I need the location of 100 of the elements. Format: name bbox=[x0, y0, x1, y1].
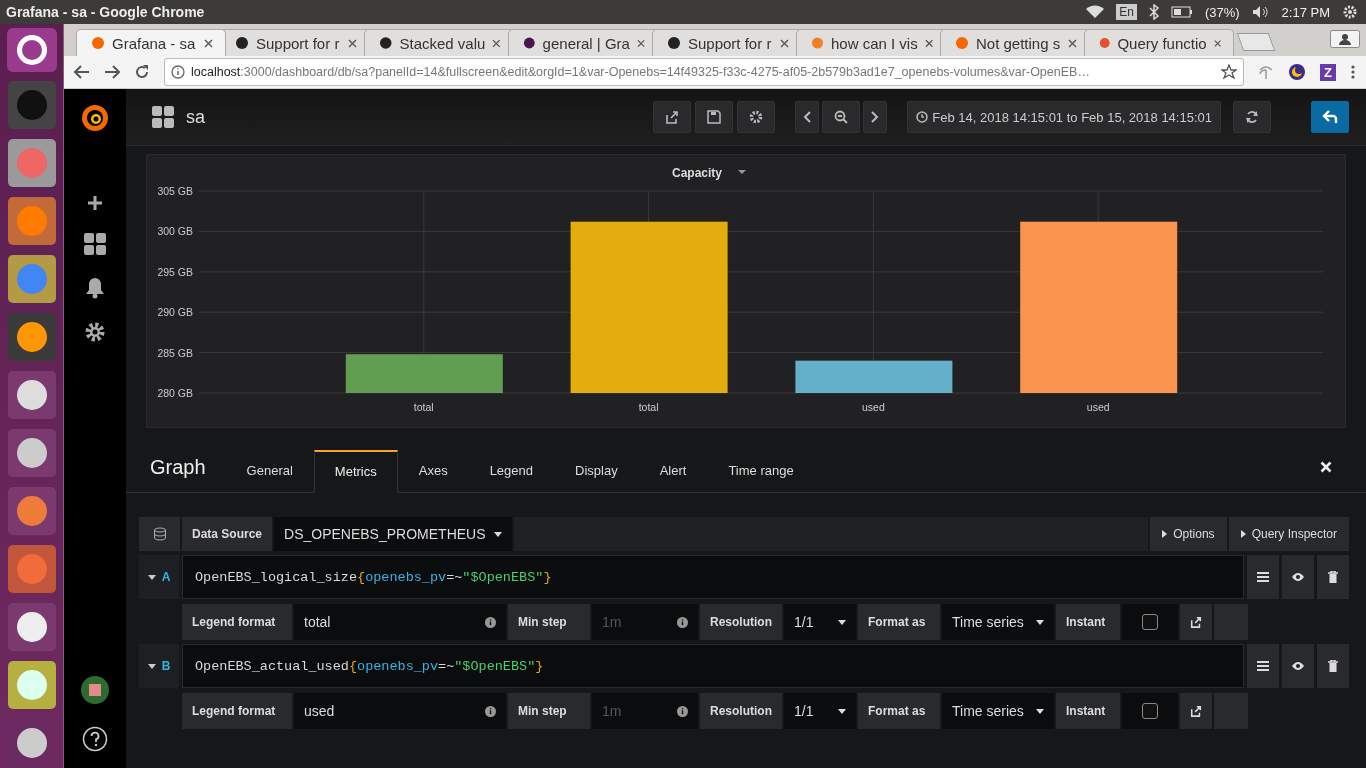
min-step-field[interactable]: 1m bbox=[592, 693, 698, 729]
share-button[interactable] bbox=[1180, 693, 1212, 729]
site-icon bbox=[1099, 36, 1111, 50]
editor-tab[interactable]: Alert bbox=[638, 450, 708, 492]
min-step-input[interactable]: 1m bbox=[602, 703, 672, 719]
save-button[interactable] bbox=[695, 101, 734, 133]
min-step-label: Min step bbox=[508, 604, 590, 640]
share-icon bbox=[1190, 616, 1202, 628]
reload-icon[interactable] bbox=[134, 64, 150, 80]
chart-title[interactable]: Capacity bbox=[672, 166, 722, 180]
format-select[interactable]: Time series bbox=[942, 604, 1054, 640]
editor-tab[interactable]: Axes bbox=[397, 450, 469, 492]
instant-checkbox[interactable] bbox=[1142, 703, 1158, 719]
editor-tab[interactable]: General bbox=[225, 450, 314, 492]
moon-icon[interactable] bbox=[1288, 63, 1307, 81]
wifi-icon[interactable] bbox=[1086, 5, 1105, 19]
settings-button[interactable] bbox=[737, 101, 776, 133]
resolution-select[interactable]: 1/1 bbox=[784, 693, 856, 729]
share-button[interactable] bbox=[653, 101, 692, 133]
help-icon[interactable] bbox=[82, 726, 108, 752]
trash-button[interactable] bbox=[1317, 644, 1349, 688]
speaker-icon[interactable] bbox=[1251, 5, 1270, 19]
x-axis-label: used bbox=[862, 401, 885, 413]
time-back-button[interactable] bbox=[795, 101, 820, 133]
grid-icon[interactable] bbox=[84, 233, 106, 255]
eye-button[interactable] bbox=[1282, 555, 1314, 599]
extension-button[interactable]: Z bbox=[1320, 63, 1336, 81]
url-text: localhost:3000/dashboard/db/sa?panelId=14&fullscreen&edit&orgId=1&var-Openebs=14f49325-f33c-4275-af05-2b579b3ad1e7_openebs-volumes&var-OpenEB… bbox=[191, 65, 1091, 79]
legend-format-field[interactable]: total bbox=[294, 604, 506, 640]
palm-tree-icon[interactable] bbox=[1258, 64, 1275, 80]
menu-button[interactable] bbox=[1247, 644, 1279, 688]
legend-format-field[interactable]: used bbox=[294, 693, 506, 729]
format-select[interactable]: Time series bbox=[942, 693, 1054, 729]
min-step-field[interactable]: 1m bbox=[592, 604, 698, 640]
info-icon[interactable] bbox=[171, 65, 185, 79]
time-forward-button[interactable] bbox=[863, 101, 888, 133]
editor-tab[interactable]: Display bbox=[554, 450, 639, 492]
profile-icon[interactable] bbox=[1330, 30, 1360, 48]
back-to-dashboard-button[interactable] bbox=[1311, 101, 1349, 133]
caret-icon bbox=[1036, 708, 1044, 714]
x-axis-label: used bbox=[1086, 401, 1110, 413]
query-ref-toggle[interactable]: A bbox=[139, 555, 179, 599]
zoom-out-icon bbox=[834, 110, 849, 124]
resolution-label: Resolution bbox=[700, 604, 782, 640]
instant-label: Instant bbox=[1056, 693, 1120, 729]
menu-icon bbox=[1257, 661, 1269, 671]
editor-tab[interactable]: Legend bbox=[468, 450, 555, 492]
back-arrow-icon[interactable] bbox=[74, 65, 90, 79]
caret-icon[interactable] bbox=[738, 170, 746, 174]
editor-tab[interactable]: Time range bbox=[707, 450, 815, 492]
settings-icon[interactable] bbox=[84, 321, 106, 343]
editor-tab[interactable]: Metrics bbox=[313, 450, 398, 493]
site-icon bbox=[91, 36, 105, 50]
collapsible-button[interactable]: Query Inspector bbox=[1228, 517, 1349, 551]
close-icon[interactable] bbox=[204, 38, 213, 48]
browser-tab[interactable]: Grafana - sa bbox=[76, 29, 226, 56]
site-icon bbox=[955, 36, 969, 50]
query-ref-toggle[interactable]: B bbox=[139, 644, 179, 688]
bell-icon[interactable] bbox=[85, 277, 105, 299]
dashboard-title[interactable]: sa bbox=[186, 106, 205, 128]
gear-icon[interactable] bbox=[1342, 4, 1358, 20]
caret-icon bbox=[1240, 530, 1246, 538]
legend-format-label: Legend format bbox=[182, 604, 292, 640]
refresh-button[interactable] bbox=[1233, 101, 1271, 133]
instant-checkbox[interactable] bbox=[1142, 614, 1158, 630]
zoom-out-button[interactable] bbox=[822, 101, 861, 133]
query-editor[interactable]: OpenEBS_logical_size{openebs_pv=~"$OpenEBS"} bbox=[182, 555, 1244, 599]
database-icon bbox=[152, 527, 167, 541]
eye-button[interactable] bbox=[1282, 644, 1314, 688]
resolution-select[interactable]: 1/1 bbox=[784, 604, 856, 640]
menu-button[interactable] bbox=[1247, 555, 1279, 599]
plus-icon[interactable] bbox=[87, 195, 103, 211]
instant-label: Instant bbox=[1056, 604, 1120, 640]
menu-icon bbox=[1257, 572, 1269, 582]
info-icon bbox=[485, 705, 496, 717]
site-icon bbox=[811, 36, 824, 50]
keyboard-layout-indicator[interactable]: En bbox=[1116, 4, 1137, 20]
data-source-select[interactable]: DS_OPENEBS_PROMETHEUS bbox=[274, 517, 512, 551]
bluetooth-icon[interactable] bbox=[1148, 4, 1159, 20]
star-icon[interactable] bbox=[1221, 64, 1238, 80]
share-button[interactable] bbox=[1180, 604, 1212, 640]
forward-arrow-icon[interactable] bbox=[104, 65, 120, 79]
time-range-picker[interactable]: Feb 14, 2018 14:15:01 to Feb 15, 2018 14:15:01 bbox=[907, 101, 1221, 133]
avatar-icon[interactable] bbox=[81, 676, 109, 704]
query-editor[interactable]: OpenEBS_actual_used{openebs_pv=~"$OpenEBS"} bbox=[182, 644, 1244, 688]
collapsible-button[interactable]: Options bbox=[1150, 517, 1227, 551]
grid-icon[interactable] bbox=[152, 106, 174, 128]
info-icon bbox=[677, 616, 688, 628]
format-as-label: Format as bbox=[858, 604, 940, 640]
battery-icon[interactable] bbox=[1170, 6, 1193, 18]
clock[interactable]: 2:17 PM bbox=[1281, 4, 1330, 20]
y-axis-label: 295 GB bbox=[157, 265, 193, 278]
menu-icon[interactable] bbox=[1350, 64, 1356, 80]
legend-format-label: Legend format bbox=[182, 693, 292, 729]
address-bar[interactable]: localhost:3000/dashboard/db/sa?panelId=14&fullscreen&edit&orgId=1&var-Openebs=14f49325-f33c-4275-af05-2b579b3ad1e7_openebs-volumes&var-OpenEB… bbox=[164, 58, 1245, 86]
browser-tab[interactable]: Query functio bbox=[1084, 29, 1234, 56]
caret-icon bbox=[147, 663, 156, 669]
min-step-input[interactable]: 1m bbox=[602, 614, 672, 630]
settings-icon bbox=[749, 110, 764, 124]
trash-button[interactable] bbox=[1317, 555, 1349, 599]
